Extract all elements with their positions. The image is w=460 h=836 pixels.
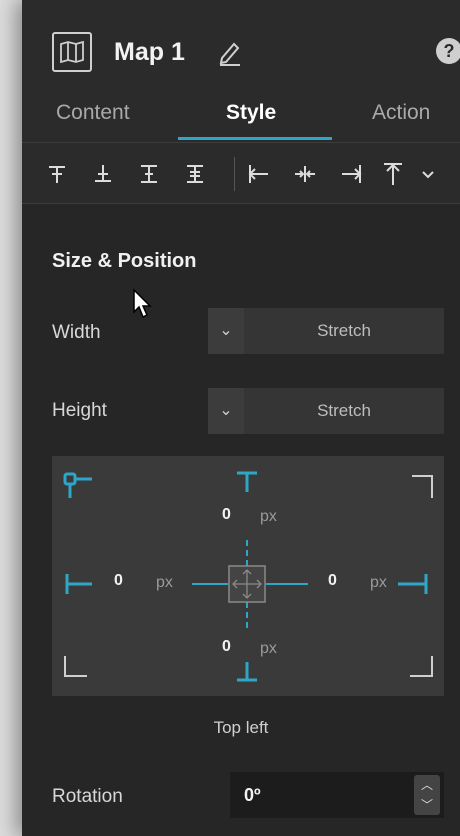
- align-top-icon[interactable]: [42, 159, 72, 189]
- align-center-icon[interactable]: [290, 159, 320, 189]
- toolbar-divider: [234, 157, 235, 191]
- rotation-value[interactable]: 0º: [244, 772, 261, 818]
- align-middle-icon[interactable]: [88, 159, 118, 189]
- tab-style[interactable]: Style: [226, 98, 276, 128]
- anchor-top-right-icon[interactable]: [412, 475, 433, 498]
- anchor-bottom-left-icon[interactable]: [64, 656, 87, 677]
- width-value: Stretch: [317, 321, 371, 340]
- map-icon: [52, 32, 92, 72]
- alignment-toolbar: [22, 145, 460, 204]
- size-position-section: Size & Position Width ⌄ Stretch Height ⌄…: [22, 204, 460, 836]
- active-tab-indicator: [178, 137, 332, 140]
- anchor-bottom-right-icon[interactable]: [410, 656, 433, 677]
- width-label: Width: [52, 322, 101, 343]
- top-offset-unit: px: [260, 508, 277, 525]
- left-offset-value[interactable]: 0: [114, 572, 123, 590]
- chevron-down-icon[interactable]: [418, 159, 438, 189]
- right-offset-unit: px: [370, 574, 387, 591]
- tab-content[interactable]: Content: [56, 98, 130, 128]
- chevron-down-icon[interactable]: ﹀: [414, 795, 440, 815]
- edit-pencil-icon[interactable]: [218, 40, 242, 71]
- widget-title: Map 1: [114, 38, 185, 66]
- rotation-label: Rotation: [52, 786, 123, 807]
- anchor-top-left-icon[interactable]: [63, 472, 92, 498]
- left-offset-unit: px: [156, 574, 173, 591]
- align-to-top-icon[interactable]: [378, 159, 408, 189]
- align-right-icon[interactable]: [336, 159, 366, 189]
- help-icon[interactable]: ?: [436, 38, 460, 64]
- position-anchor-box: 0 px 0 px 0 px 0 px: [52, 456, 444, 696]
- height-select[interactable]: ⌄ Stretch: [208, 388, 444, 434]
- tab-action[interactable]: Action: [372, 98, 430, 128]
- section-title: Size & Position: [52, 250, 197, 272]
- style-settings-panel: Map 1 ? Content Style Action Size & Posi…: [22, 0, 460, 836]
- bottom-offset-unit: px: [260, 640, 277, 657]
- width-select[interactable]: ⌄ Stretch: [208, 308, 444, 354]
- panel-header: Map 1 ?: [22, 28, 460, 80]
- top-offset-value[interactable]: 0: [222, 506, 231, 524]
- right-offset-value[interactable]: 0: [328, 572, 337, 590]
- height-label: Height: [52, 400, 107, 421]
- align-left-icon[interactable]: [244, 159, 274, 189]
- tab-bar: Content Style Action: [22, 92, 460, 143]
- mouse-cursor-icon: [133, 288, 152, 319]
- distribute-vertical-icon[interactable]: [180, 159, 210, 189]
- chevron-down-icon[interactable]: ⌄: [208, 308, 244, 354]
- anchor-position-label: Top left: [213, 718, 269, 737]
- align-bottom-icon[interactable]: [134, 159, 164, 189]
- rotation-input[interactable]: 0º ︿ ﹀: [230, 772, 444, 818]
- height-value: Stretch: [317, 401, 371, 420]
- chevron-down-icon[interactable]: ⌄: [208, 388, 244, 434]
- bottom-offset-value[interactable]: 0: [222, 638, 231, 656]
- chevron-up-icon[interactable]: ︿: [414, 775, 440, 795]
- rotation-stepper[interactable]: ︿ ﹀: [414, 775, 440, 815]
